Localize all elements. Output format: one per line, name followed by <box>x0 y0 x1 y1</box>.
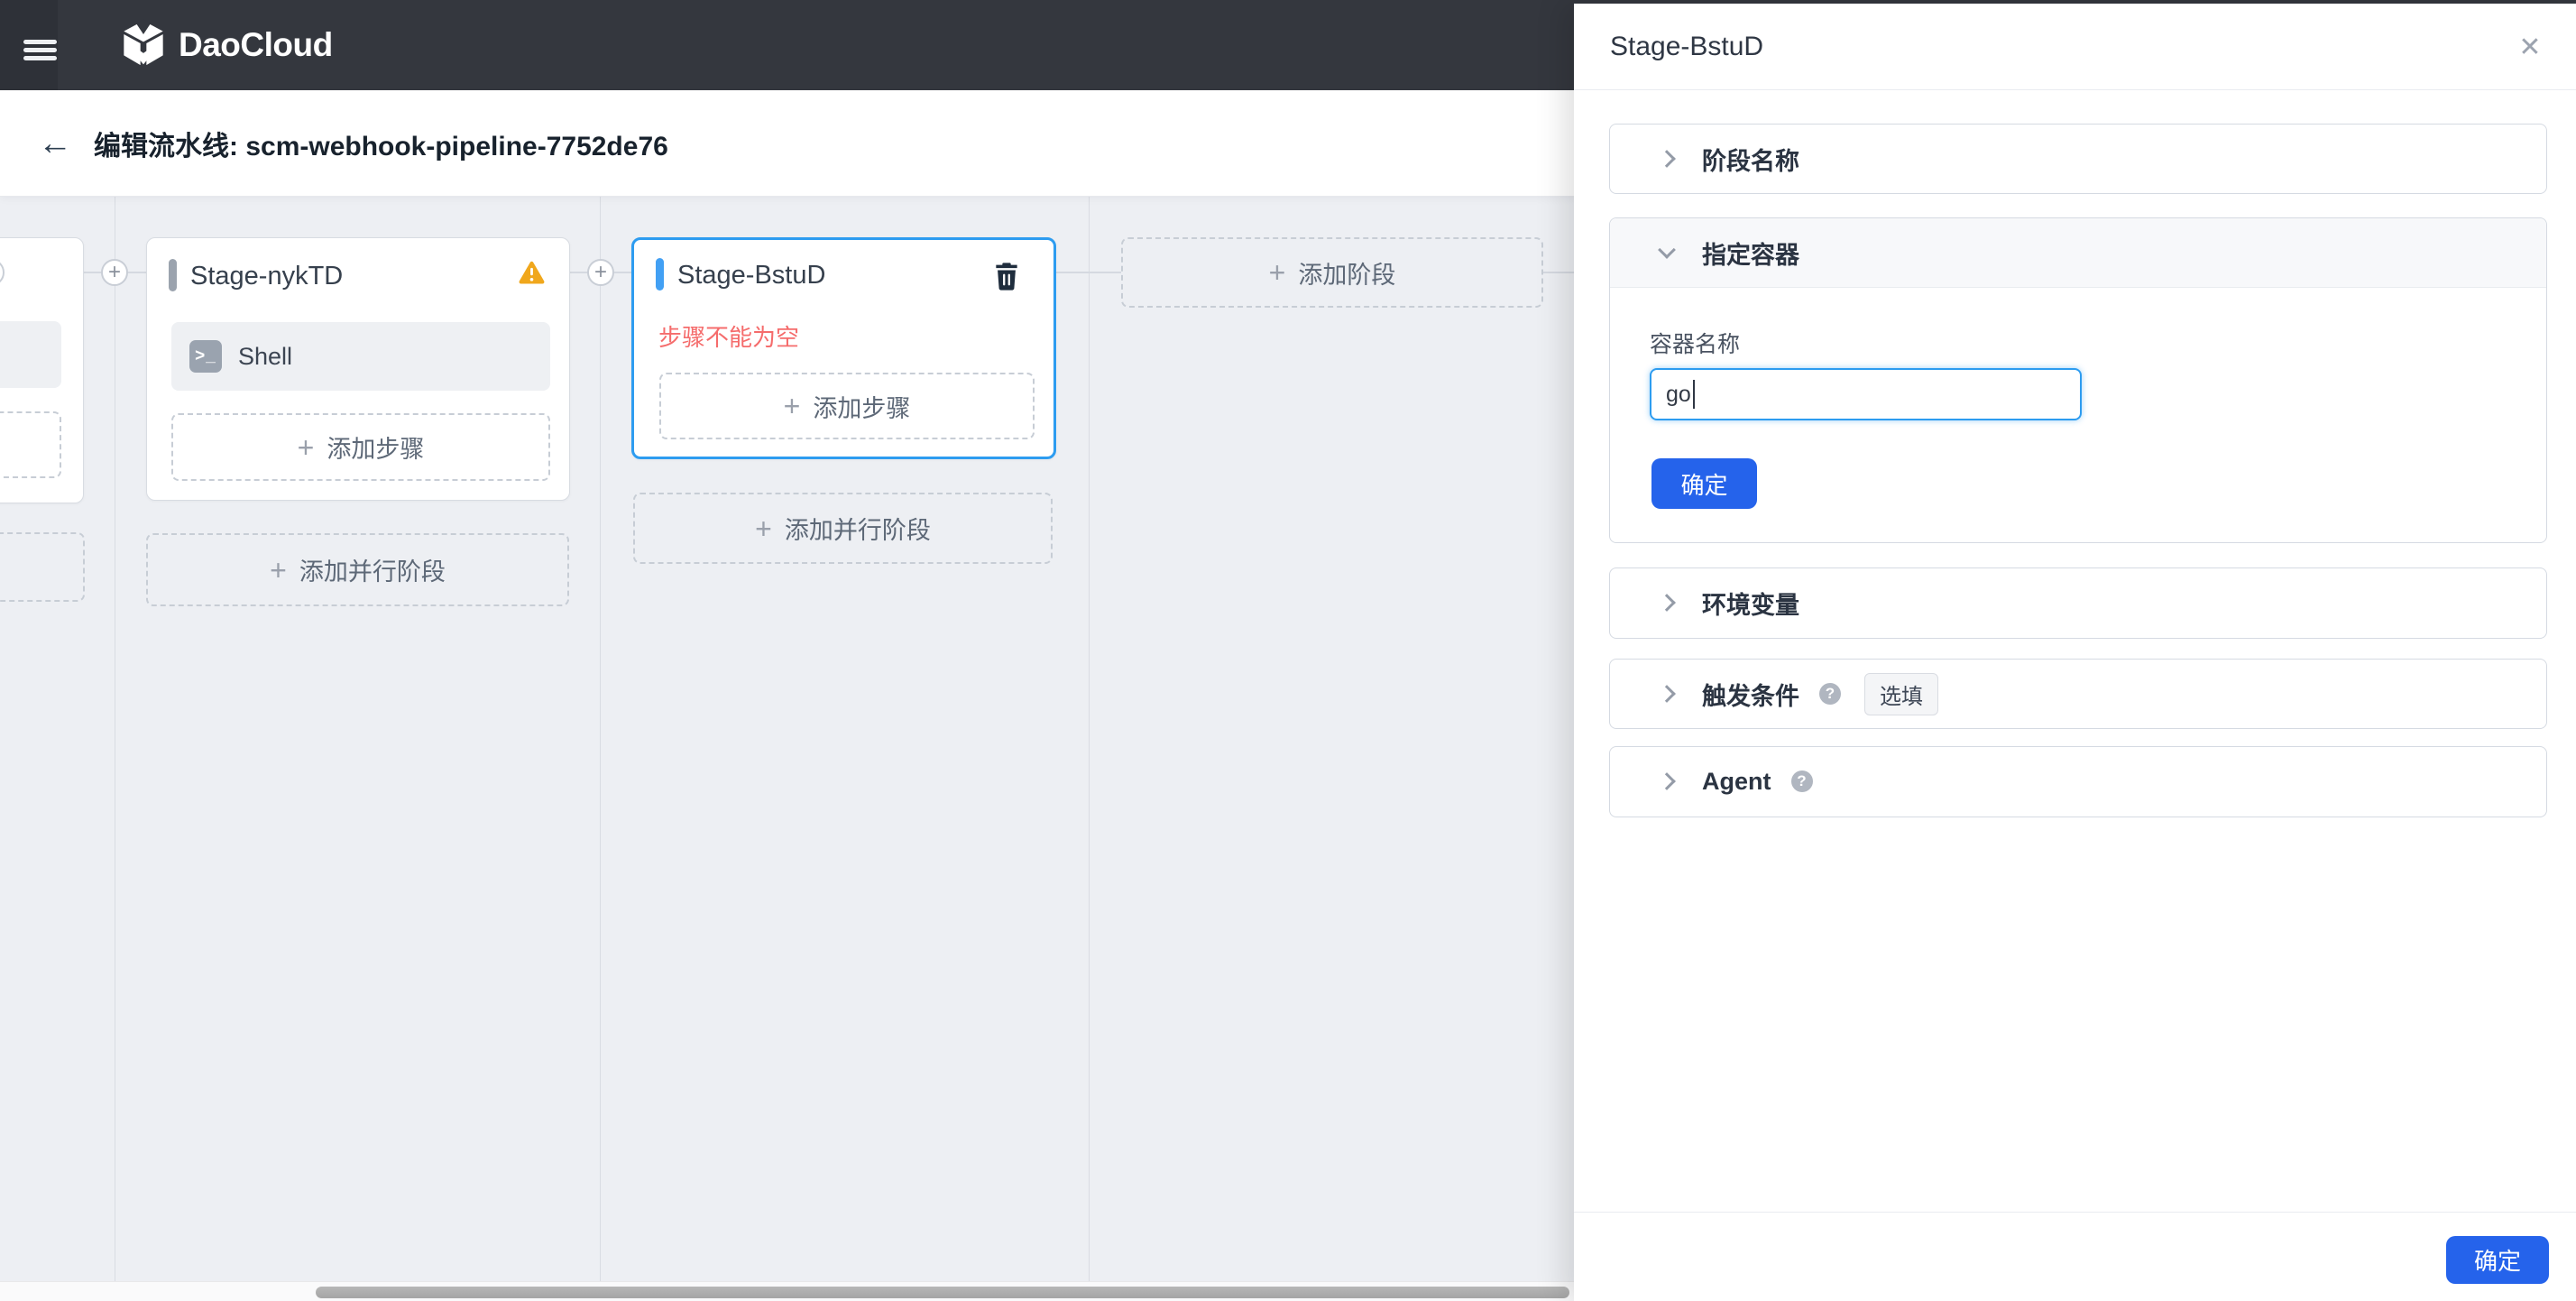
section-agent: Agent ? <box>1609 746 2547 817</box>
container-name-input[interactable]: go <box>1650 368 2082 420</box>
add-parallel-stage-button[interactable]: + 添加并行阶段 <box>633 493 1053 564</box>
back-arrow-icon: ← <box>38 124 72 162</box>
section-env-vars: 环境变量 <box>1609 567 2547 639</box>
stage-color-bar <box>656 258 664 291</box>
insert-stage-button[interactable]: + <box>587 259 614 286</box>
section-trigger: 触发条件 ? 选填 <box>1609 659 2547 729</box>
plus-icon: + <box>593 260 607 284</box>
chevron-right-icon <box>1658 772 1676 790</box>
daocloud-cube-icon <box>121 18 166 72</box>
scrollbar-thumb[interactable] <box>316 1287 1569 1298</box>
step-item-shell[interactable]: >_ Shell <box>171 322 550 391</box>
chevron-down-icon <box>1658 241 1676 259</box>
add-parallel-stage-button[interactable] <box>0 532 85 602</box>
stage-connector-line <box>1056 272 1121 273</box>
hamburger-menu-button[interactable] <box>0 0 58 90</box>
stage-config-drawer: Stage-BstuD ✕ 阶段名称 指定容器 容器名称 go 确定 环境变量 … <box>1574 4 2576 1301</box>
back-button[interactable]: ← <box>34 90 76 197</box>
plus-icon: + <box>783 390 801 422</box>
section-trigger-header[interactable]: 触发条件 ? 选填 <box>1610 660 2546 728</box>
section-container: 指定容器 容器名称 go 确定 <box>1609 217 2547 543</box>
stage-title: Stage-nykTD <box>190 262 344 291</box>
section-stage-name-header[interactable]: 阶段名称 <box>1610 125 2546 193</box>
close-button[interactable]: ✕ <box>2507 4 2553 90</box>
drawer-title: Stage-BstuD <box>1610 32 1764 61</box>
stage-error-text: 步骤不能为空 <box>658 324 800 351</box>
plus-icon: + <box>755 512 772 545</box>
column-divider <box>1089 197 1090 1281</box>
input-value: go <box>1666 381 1691 407</box>
hamburger-icon <box>23 40 57 44</box>
pipeline-editor-page: DaoCloud ← 编辑流水线: scm-webhook-pipeline-7… <box>0 0 2576 1301</box>
terminal-icon: >_ <box>189 340 222 373</box>
container-name-label: 容器名称 <box>1650 332 1741 357</box>
stage-title: Stage-BstuD <box>677 261 826 290</box>
help-icon[interactable]: ? <box>1819 683 1841 705</box>
daocloud-logo[interactable]: DaoCloud <box>121 0 333 90</box>
delete-stage-button[interactable] <box>994 263 1019 295</box>
add-step-button[interactable]: + 添加步骤 <box>171 413 550 481</box>
drawer-confirm-button[interactable]: 确定 <box>2446 1236 2549 1284</box>
trash-icon <box>996 263 1017 291</box>
chevron-right-icon <box>1658 685 1676 703</box>
add-step-button[interactable]: + 添加步骤 <box>659 373 1035 439</box>
plus-icon: + <box>1268 256 1286 289</box>
column-divider <box>600 197 601 1281</box>
stage-card-nyktd[interactable]: Stage-nykTD >_ Shell + 添加步骤 <box>146 237 570 501</box>
drawer-footer: 确定 <box>1574 1212 2576 1301</box>
section-env-vars-header[interactable]: 环境变量 <box>1610 568 2546 637</box>
stage-color-bar <box>169 259 177 291</box>
container-confirm-button[interactable]: 确定 <box>1651 458 1757 509</box>
stage-card-bstud[interactable]: Stage-BstuD 步骤不能为空 + 添加步骤 <box>631 237 1056 459</box>
step-label: Shell <box>238 342 293 370</box>
plus-icon: + <box>297 430 315 464</box>
help-icon[interactable]: ? <box>1790 770 1813 792</box>
plus-icon: + <box>270 553 287 586</box>
step-item-partial[interactable] <box>0 321 61 388</box>
page-title: 编辑流水线: scm-webhook-pipeline-7752de76 <box>94 132 668 161</box>
add-step-button[interactable] <box>0 411 61 478</box>
add-stage-button[interactable]: + 添加阶段 <box>1121 237 1543 308</box>
stage-connector-line <box>1543 272 1574 273</box>
close-icon: ✕ <box>2518 32 2542 62</box>
section-agent-header[interactable]: Agent ? <box>1610 747 2546 816</box>
section-stage-name: 阶段名称 <box>1609 124 2547 194</box>
section-container-header[interactable]: 指定容器 <box>1610 218 2546 288</box>
warning-icon <box>518 260 546 290</box>
input-caret <box>1692 380 1695 409</box>
drawer-header: Stage-BstuD ✕ <box>1574 4 2576 90</box>
chevron-right-icon <box>1658 594 1676 612</box>
logo-text: DaoCloud <box>179 26 333 63</box>
optional-badge: 选填 <box>1864 672 1938 715</box>
insert-stage-button[interactable]: + <box>101 259 128 286</box>
add-parallel-stage-button[interactable]: + 添加并行阶段 <box>146 533 569 606</box>
plus-icon: + <box>107 260 121 284</box>
chevron-right-icon <box>1658 150 1676 168</box>
